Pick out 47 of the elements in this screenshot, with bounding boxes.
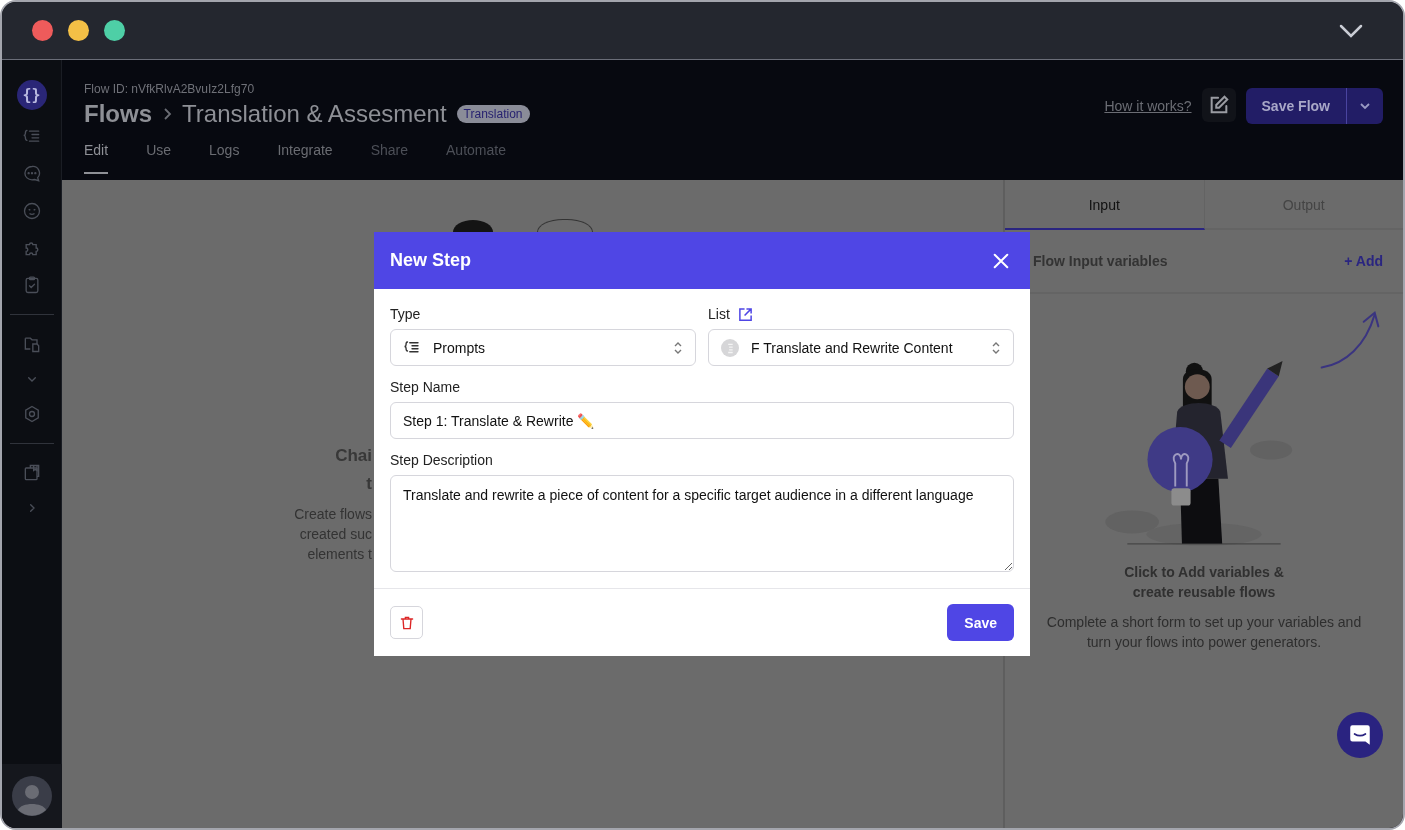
canvas-text: created suc (299, 525, 372, 544)
field-label: Step Description (390, 451, 494, 470)
breadcrumb-link[interactable]: Flows (84, 100, 152, 128)
flow-node[interactable] (453, 220, 493, 232)
empty-state-title: Click to Add variables & create reusable flows (1123, 563, 1285, 602)
header-tab[interactable]: Edit (84, 142, 109, 174)
section-title: Flow Input variables (1033, 253, 1168, 269)
chat-icon (1347, 722, 1373, 748)
trash-icon (398, 614, 415, 631)
delete-button[interactable] (390, 606, 423, 640)
external-link-icon[interactable] (737, 306, 753, 322)
field-label: Type (390, 305, 422, 324)
header-tab[interactable]: Logs (209, 142, 240, 174)
canvas-text: Create flows (294, 505, 372, 524)
avatar[interactable] (11, 776, 52, 816)
help-link[interactable]: How it works? (1104, 98, 1192, 114)
close-icon (992, 251, 1010, 270)
chevron-down-icon[interactable] (1339, 23, 1363, 38)
close-button[interactable] (992, 251, 1010, 270)
save-button[interactable]: Save (947, 604, 1014, 642)
dialog-title: New Step (390, 250, 472, 272)
save-options-button[interactable] (1347, 88, 1383, 124)
caret-icon (1359, 102, 1371, 110)
category-badge: Translation (456, 105, 530, 123)
minimize-window-button[interactable] (68, 20, 89, 41)
close-window-button[interactable] (32, 20, 53, 41)
header-tab[interactable]: Use (146, 142, 172, 174)
face-icon[interactable] (21, 201, 42, 221)
header-tab[interactable]: Integrate (277, 142, 333, 174)
maximize-window-button[interactable] (104, 20, 125, 41)
panel-tab[interactable]: Input (1005, 180, 1205, 230)
step-name-field[interactable]: Step 1: Translate & Rewrite ✏ (390, 402, 1014, 440)
edit-button[interactable] (1201, 88, 1236, 122)
save-flow-button[interactable]: Save Flow (1245, 88, 1347, 124)
empty-state-text: Complete a short form to set up your variables and turn your flows into power generators. (1045, 613, 1363, 652)
flow-id: Flow ID: nVfkRlvA2BvuIz2Lfg70 (84, 82, 256, 96)
canvas-text: elements t (307, 545, 372, 564)
field-label: Step Name (390, 378, 462, 397)
chevron-right-icon (162, 107, 172, 121)
field-label: List (708, 305, 730, 324)
app-logo[interactable]: {} (16, 80, 47, 110)
list-select[interactable]: F Translate and Rewrite Content (708, 329, 1014, 367)
type-select[interactable]: Prompts (390, 329, 696, 367)
chat-icon[interactable] (21, 164, 42, 184)
step-description-field[interactable]: Translate and rewrite a piece of content for a specific target audience in a different language (390, 475, 1014, 573)
list-item-icon (721, 338, 739, 357)
flow-title: Translation & Assesment (182, 100, 447, 128)
